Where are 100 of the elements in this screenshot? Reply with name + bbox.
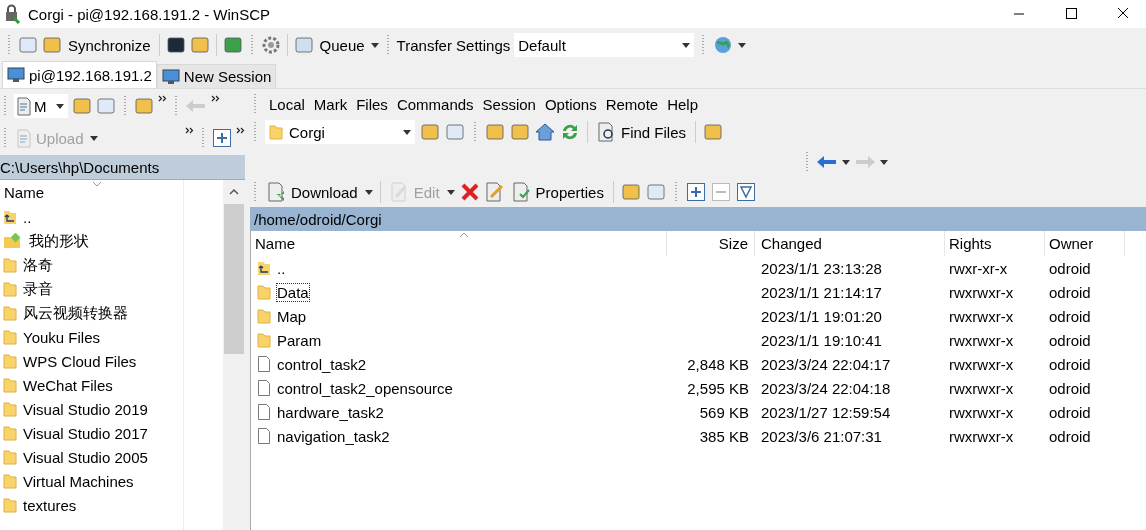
session-tab[interactable]: pi@192.168.191.2 [2,61,157,88]
file-owner: odroid [1049,379,1091,397]
file-name[interactable]: 我的形状 [29,231,89,251]
session-tab[interactable]: New Session [156,64,277,88]
scrollbar[interactable] [223,180,245,530]
column-header[interactable]: Rights [945,231,1045,256]
plus-icon[interactable] [212,128,232,148]
caret-icon[interactable] [446,189,455,195]
modified-date: 2023/1/1 21:14:17 [761,283,882,301]
dropdown-arrow-icon[interactable] [403,129,411,135]
location-dropdown[interactable]: Corgi [265,120,415,144]
menu-item[interactable]: Session [482,95,536,113]
menu-item[interactable]: Remote [605,95,659,113]
modified-date: 2023/1/1 23:13:28 [761,259,882,277]
synchronize-button[interactable]: Synchronize [66,36,153,54]
window-title: Corgi - pi@192.168.191.2 - WinSCP [28,5,270,23]
folder-icon [3,353,17,369]
file-name[interactable]: Visual Studio 2005 [23,448,148,466]
file-name[interactable]: Virtual Machines [23,472,134,490]
properties-button[interactable]: Properties [509,182,606,202]
modified-date: 2023/3/24 22:04:18 [761,379,891,397]
find-files-button[interactable]: Find Files [595,122,689,142]
folder-icon [3,473,17,489]
caret-icon[interactable] [880,159,888,165]
home-icon[interactable] [535,122,555,142]
chevron-icon[interactable] [211,95,220,102]
folder-icon [257,308,271,324]
caret-icon[interactable] [364,189,373,195]
file-icon [257,427,271,445]
download-button[interactable]: Download [265,182,360,202]
file-name[interactable]: 洛奇 [23,255,53,275]
folder-icon [3,281,17,297]
menu-item[interactable]: Options [544,95,597,113]
folder-icon [3,497,17,513]
file-owner: odroid [1049,259,1091,277]
settings-icon[interactable] [260,35,281,55]
permissions: rwxrwxr-x [949,307,1014,325]
modified-date: 2023/1/1 19:10:41 [761,331,882,349]
file-name[interactable]: Visual Studio 2019 [23,400,148,418]
chevron-icon[interactable] [185,127,194,134]
folder-icon [257,284,271,300]
file-name[interactable]: Map [277,307,307,325]
modified-date: 2023/3/6 21:07:31 [761,427,882,445]
chevron-icon[interactable] [158,95,167,102]
file-name[interactable]: Param [277,331,322,349]
folder-icon [3,377,17,393]
file-owner: odroid [1049,427,1091,445]
column-header[interactable]: Name [0,180,183,205]
permissions: rwxrwxr-x [949,355,1014,373]
upload-icon [16,128,32,148]
file-name[interactable]: Data [277,283,309,301]
column-header[interactable]: Name [251,231,667,256]
menu-item[interactable]: Files [356,95,388,113]
file-name[interactable]: navigation_task2 [277,427,390,445]
caret-icon[interactable] [738,42,747,48]
rename-icon[interactable] [484,182,505,202]
file-name[interactable]: WPS Cloud Files [23,352,137,370]
file-icon [257,355,271,373]
local-path: C:\Users\hp\Documents [0,155,245,179]
properties-icon [511,182,532,202]
folder-icon [3,449,17,465]
file-icon [257,379,271,397]
back-arrow-icon[interactable] [816,155,838,169]
menu-item[interactable]: Mark [313,95,348,113]
caret-icon[interactable] [89,135,98,141]
permissions: rwxrwxr-x [949,283,1014,301]
dropdown-arrow-icon[interactable] [56,103,64,109]
chevron-icon[interactable] [236,127,245,134]
file-name[interactable]: 录音 [23,279,53,299]
file-name[interactable]: Visual Studio 2017 [23,424,148,442]
queue-button[interactable]: Queue [317,36,367,54]
file-name[interactable]: .. [277,259,286,277]
file-name[interactable]: hardware_task2 [277,403,384,421]
folder-icon [3,401,17,417]
file-owner: odroid [1049,331,1091,349]
caret-icon[interactable] [370,42,379,48]
column-header[interactable]: Owner [1045,231,1125,256]
menu-item[interactable]: Help [667,95,699,113]
column-header[interactable]: Size [667,231,755,256]
menu-item[interactable]: Local [269,95,305,113]
file-name[interactable]: 风云视频转换器 [23,303,128,323]
dropdown-arrow-icon[interactable] [682,42,691,48]
file-name[interactable]: control_task2_opensource [277,379,453,397]
menu-item[interactable]: Commands [396,95,474,113]
plus-icon[interactable] [685,182,706,202]
file-name[interactable]: WeChat Files [23,376,113,394]
caret-icon[interactable] [842,159,850,165]
drive-dropdown[interactable]: M [14,94,68,118]
file-name[interactable]: control_task2 [277,355,367,373]
delete-icon[interactable] [459,182,480,202]
document-icon [16,96,32,116]
file-name[interactable]: .. [23,208,32,226]
transfer-settings-dropdown[interactable]: Default [514,33,695,57]
column-header[interactable]: Changed [755,231,945,256]
file-owner: odroid [1049,355,1091,373]
file-owner: odroid [1049,307,1091,325]
file-name[interactable]: Youku Files [23,328,100,346]
file-name[interactable]: textures [23,496,77,514]
folder-icon [269,124,283,140]
transfer-settings-label: Transfer Settings [396,36,511,54]
